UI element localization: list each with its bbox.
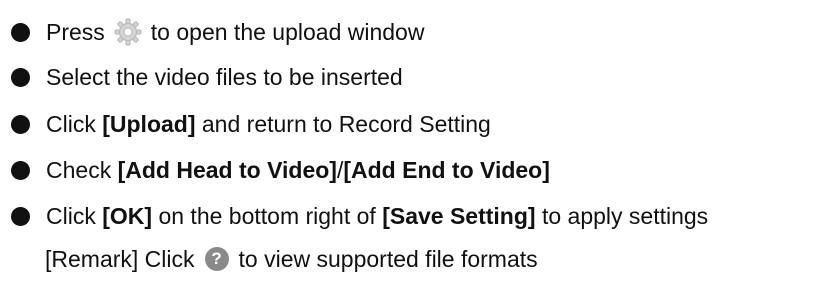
help-icon: ? — [204, 247, 229, 271]
step-click-ok: Click [OK] on the bottom right of [Save … — [0, 196, 708, 236]
upload-button-label: [Upload] — [102, 110, 196, 137]
step-text: Press — [46, 18, 105, 45]
step-text: Click — [46, 202, 103, 229]
step-text: Select the video files to be inserted — [46, 63, 403, 90]
step-text: to open the upload window — [150, 18, 425, 45]
step-text: Click — [46, 110, 103, 137]
step-text: on the bottom right of — [152, 202, 383, 229]
step-open-upload: Press to open the upload window — [0, 12, 424, 52]
step-check-options: Check [Add Head to Video] / [Add End to … — [0, 150, 550, 190]
bullet — [11, 67, 30, 87]
ok-button-label: [OK] — [102, 202, 153, 229]
remark-text: [Remark] Click — [45, 245, 195, 272]
remark-text: to view supported file formats — [238, 245, 538, 272]
step-text: and return to Record Setting — [195, 110, 491, 137]
bullet — [11, 22, 30, 42]
step-text: to apply settings — [535, 202, 709, 229]
bullet — [11, 114, 30, 134]
bullet — [11, 206, 30, 226]
step-text: Check — [46, 156, 118, 183]
gear-icon — [114, 18, 142, 46]
remark-line: [Remark] Click ? to view supported file … — [45, 239, 538, 279]
add-end-option-label: [Add End to Video] — [343, 156, 550, 183]
bullet — [11, 160, 30, 180]
step-click-upload: Click [Upload] and return to Record Sett… — [0, 104, 491, 144]
add-head-option-label: [Add Head to Video] — [117, 156, 337, 183]
save-setting-label: [Save Setting] — [382, 202, 536, 229]
step-select-files: Select the video files to be inserted — [0, 57, 403, 97]
